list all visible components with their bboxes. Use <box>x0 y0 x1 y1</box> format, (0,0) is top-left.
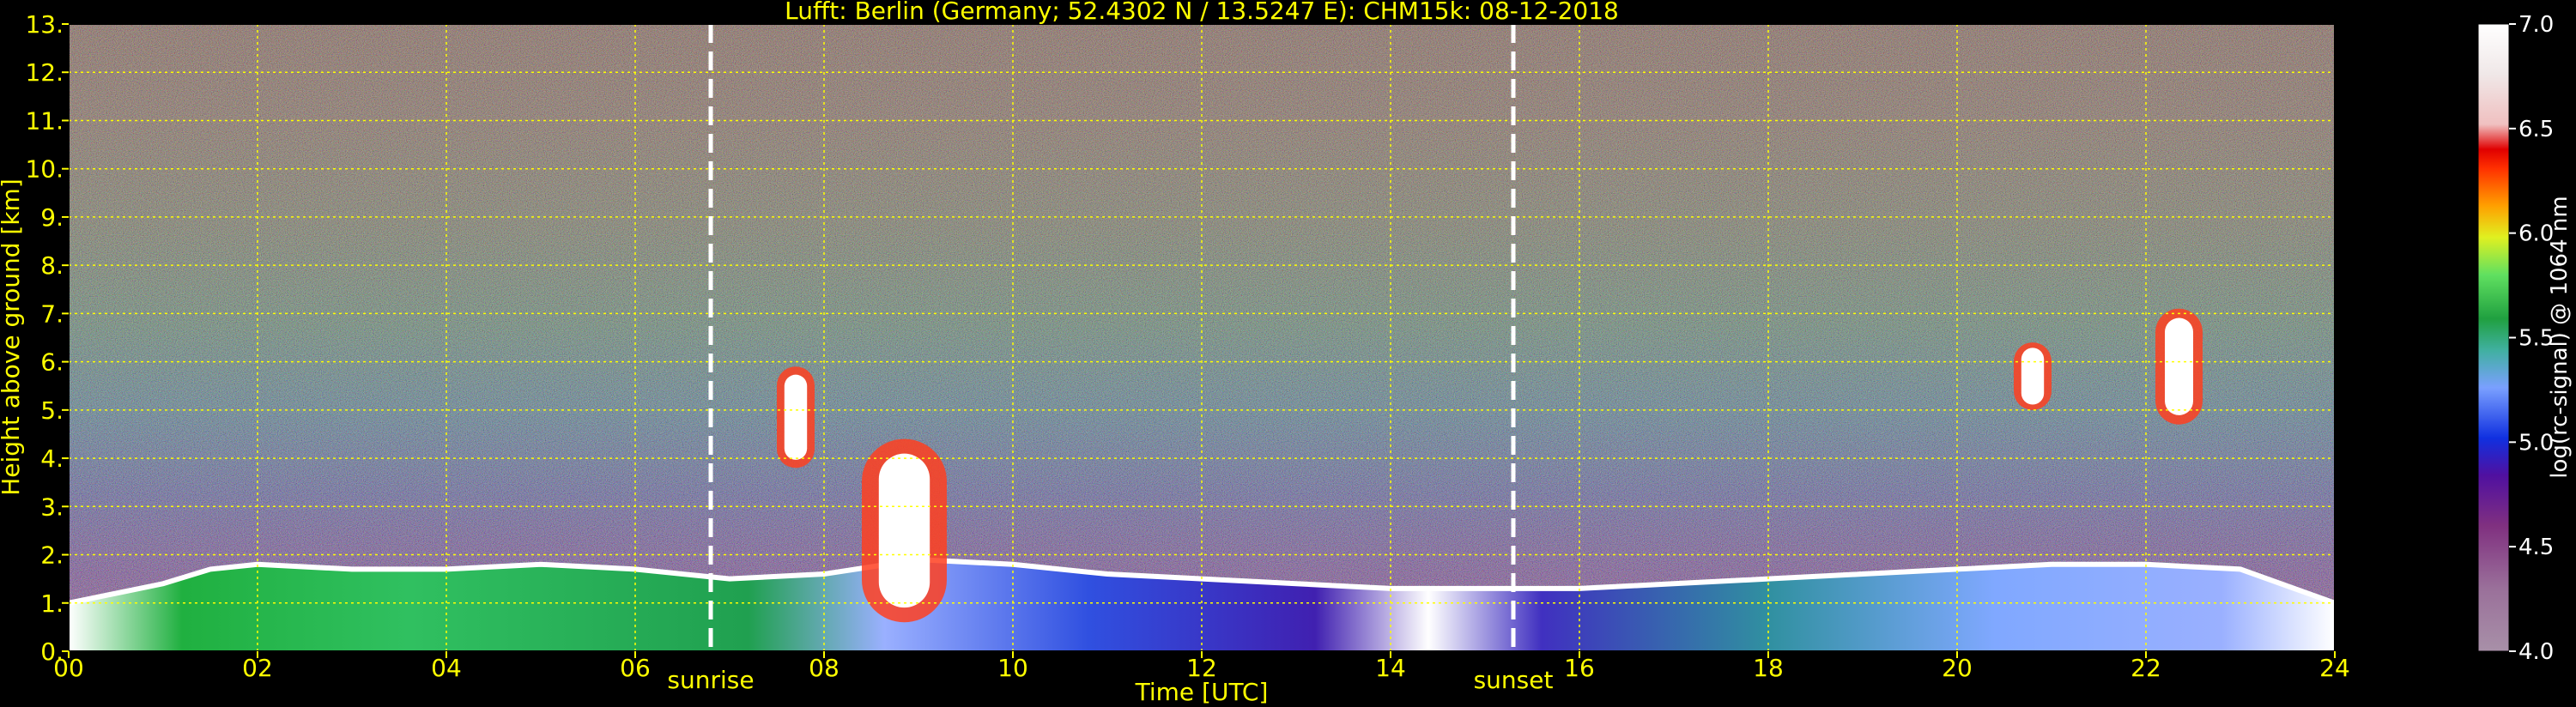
y-tick-label: 7. <box>40 299 64 328</box>
cloud-core <box>2165 317 2193 415</box>
y-axis-ticks: 0.1.2.3.4.5.6.7.8.9.10.11.12.13. <box>25 10 69 666</box>
colorbar-scale <box>2477 23 2510 652</box>
colorbar: 4.04.55.05.56.06.57.0 log(rc-signal) @ 1… <box>2477 12 2573 665</box>
x-tick-label: 04 <box>431 654 462 682</box>
x-tick-label: 18 <box>1753 654 1784 682</box>
colorbar-tick-label: 4.0 <box>2518 639 2554 665</box>
colorbar-label: log(rc-signal) @ 1064 nm <box>2547 196 2573 478</box>
y-tick-label: 10. <box>25 155 64 184</box>
x-tick-label: 08 <box>809 654 839 682</box>
y-tick-label: 5. <box>40 396 64 425</box>
x-axis-label: Time [UTC] <box>1135 678 1269 706</box>
y-axis-label: Height above ground [km] <box>0 178 25 496</box>
x-tick-label: 22 <box>2131 654 2161 682</box>
x-tick-label: 00 <box>53 654 84 682</box>
y-tick-label: 12. <box>25 58 64 87</box>
y-tick-label: 3. <box>40 492 64 521</box>
sun-event-label: sunrise <box>667 666 754 694</box>
cloud-core <box>2021 347 2045 405</box>
colorbar-tick-label: 6.5 <box>2518 117 2554 142</box>
y-tick-label: 6. <box>40 348 64 377</box>
y-tick-label: 1. <box>40 589 64 618</box>
y-tick-label: 8. <box>40 251 64 280</box>
chart-title: Lufft: Berlin (Germany; 52.4302 N / 13.5… <box>785 0 1619 25</box>
colorbar-tick-label: 4.5 <box>2518 535 2554 560</box>
x-tick-label: 14 <box>1375 654 1406 682</box>
y-tick-label: 4. <box>40 444 64 473</box>
colorbar-tick-label: 7.0 <box>2518 12 2554 38</box>
plot-area <box>68 23 2337 652</box>
sun-event-label: sunset <box>1474 666 1554 694</box>
y-tick-label: 9. <box>40 203 64 232</box>
x-tick-label: 06 <box>620 654 651 682</box>
ceilometer-figure: 0.1.2.3.4.5.6.7.8.9.10.11.12.13. 00 02 04 0… <box>0 0 2573 706</box>
x-tick-label: 10 <box>997 654 1028 682</box>
y-tick-label: 13. <box>25 10 64 39</box>
x-tick-label: 20 <box>1942 654 1973 682</box>
x-tick-label: 24 <box>2319 654 2350 682</box>
cloud-core <box>878 453 930 608</box>
y-tick-label: 11. <box>25 106 64 135</box>
x-tick-label: 02 <box>242 654 273 682</box>
y-tick-label: 2. <box>40 541 64 570</box>
cloud-core <box>784 374 808 460</box>
x-tick-label: 16 <box>1564 654 1595 682</box>
